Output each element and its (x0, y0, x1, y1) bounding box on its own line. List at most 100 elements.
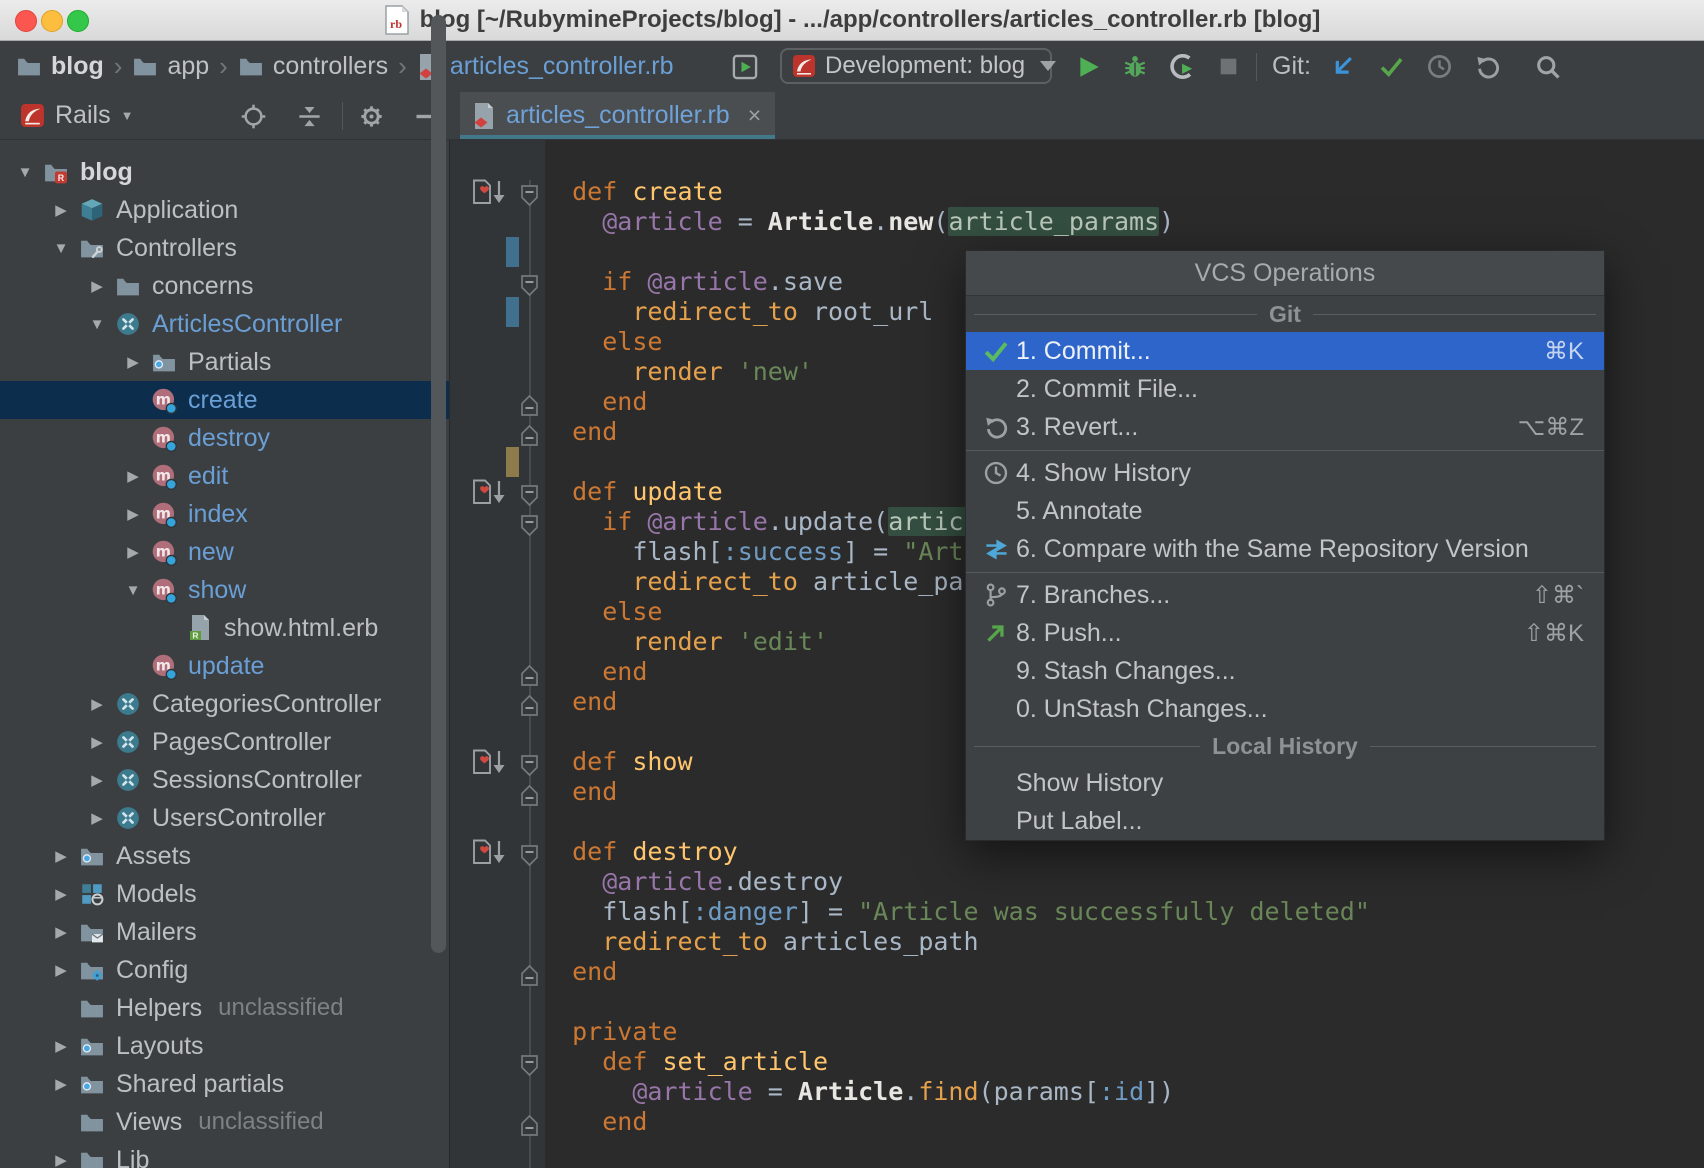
tree-item-partials[interactable]: ▶ Partials (0, 343, 449, 381)
menu-item-commit[interactable]: 1. Commit... ⌘K (966, 332, 1604, 370)
code-line[interactable]: def set_article (450, 1047, 1704, 1077)
fold-marker-icon[interactable] (520, 510, 539, 540)
breadcrumb-item-app[interactable]: app (132, 52, 209, 81)
tree-item-show[interactable]: ▼ m show (0, 571, 449, 609)
code-line[interactable]: @article = Article.new(article_params) (450, 207, 1704, 237)
rails-action-gutter-icon[interactable] (470, 478, 510, 508)
chevron-collapsed-icon[interactable]: ▶ (44, 1037, 78, 1055)
fold-marker-icon[interactable] (520, 660, 539, 690)
menu-item-revert[interactable]: 3. Revert... ⌥⌘Z (966, 408, 1604, 446)
tree-item-pagescontroller[interactable]: ▶ PagesController (0, 723, 449, 761)
chevron-expanded-icon[interactable]: ▼ (80, 316, 114, 333)
chevron-collapsed-icon[interactable]: ▶ (80, 277, 114, 295)
code-line[interactable]: redirect_to articles_path (450, 927, 1704, 957)
chevron-expanded-icon[interactable]: ▼ (116, 582, 150, 599)
menu-item-stash-changes[interactable]: 9. Stash Changes... (966, 652, 1604, 690)
fold-marker-icon[interactable] (520, 480, 539, 510)
chevron-collapsed-icon[interactable]: ▶ (80, 771, 114, 789)
update-project-button[interactable] (1330, 41, 1357, 92)
vcs-change-stripe[interactable] (506, 237, 519, 267)
tree-item-controllers[interactable]: ▼ Controllers (0, 229, 449, 267)
search-everywhere-icon[interactable] (1534, 41, 1562, 92)
tree-item-concerns[interactable]: ▶ concerns (0, 267, 449, 305)
chevron-collapsed-icon[interactable]: ▶ (44, 961, 78, 979)
tree-item-userscontroller[interactable]: ▶ UsersController (0, 799, 449, 837)
fold-marker-icon[interactable] (520, 960, 539, 990)
chevron-expanded-icon[interactable]: ▼ (44, 240, 78, 257)
breadcrumb-item-blog[interactable]: blog (16, 52, 104, 81)
locate-icon[interactable] (240, 103, 267, 130)
fold-marker-icon[interactable] (520, 390, 539, 420)
menu-item-put-label[interactable]: Put Label... (966, 802, 1604, 840)
menu-item-annotate[interactable]: 5. Annotate (966, 492, 1604, 530)
tree-scrollbar[interactable] (431, 15, 446, 953)
run-tool-window-icon[interactable] (731, 41, 759, 92)
chevron-expanded-icon[interactable]: ▼ (8, 164, 42, 181)
chevron-collapsed-icon[interactable]: ▶ (80, 809, 114, 827)
tool-window-view-select[interactable]: Rails ▼ (20, 92, 133, 139)
menu-item-show-history[interactable]: Show History (966, 764, 1604, 802)
tree-item-shared-partials[interactable]: ▶ Shared partials (0, 1065, 449, 1103)
code-line[interactable]: flash[:danger] = "Article was successful… (450, 897, 1704, 927)
chevron-collapsed-icon[interactable]: ▶ (116, 467, 150, 485)
tree-item-mailers[interactable]: ▶ Mailers (0, 913, 449, 951)
chevron-collapsed-icon[interactable]: ▶ (116, 505, 150, 523)
chevron-collapsed-icon[interactable]: ▶ (44, 201, 78, 219)
code-line[interactable]: end (450, 957, 1704, 987)
tree-item-edit[interactable]: ▶ m edit (0, 457, 449, 495)
fold-marker-icon[interactable] (520, 840, 539, 870)
collapse-all-icon[interactable] (296, 103, 323, 130)
tree-item-articlescontroller[interactable]: ▼ ArticlesController (0, 305, 449, 343)
tree-item-index[interactable]: ▶ m index (0, 495, 449, 533)
zoom-window-button[interactable] (67, 10, 89, 32)
vcs-change-stripe[interactable] (506, 297, 519, 327)
tree-item-assets[interactable]: ▶ Assets (0, 837, 449, 875)
tree-item-create[interactable]: m create (0, 381, 449, 419)
fold-marker-icon[interactable] (520, 1050, 539, 1080)
chevron-collapsed-icon[interactable]: ▶ (44, 1075, 78, 1093)
tree-item-views[interactable]: Views unclassified (0, 1103, 449, 1141)
vcs-change-stripe[interactable] (506, 447, 519, 477)
chevron-collapsed-icon[interactable]: ▶ (80, 695, 114, 713)
tree-item-lib[interactable]: ▶ Lib (0, 1141, 449, 1168)
revert-button[interactable] (1474, 41, 1501, 92)
code-line[interactable]: def destroy (450, 837, 1704, 867)
menu-item-commit-file[interactable]: 2. Commit File... (966, 370, 1604, 408)
tree-item-sessionscontroller[interactable]: ▶ SessionsController (0, 761, 449, 799)
rails-action-gutter-icon[interactable] (470, 838, 510, 868)
stop-button[interactable] (1216, 41, 1241, 92)
code-line[interactable]: end (450, 1107, 1704, 1137)
code-line[interactable]: private (450, 1017, 1704, 1047)
tree-item-show-html-erb[interactable]: Rshow.html.erb (0, 609, 449, 647)
chevron-collapsed-icon[interactable]: ▶ (44, 923, 78, 941)
chevron-collapsed-icon[interactable]: ▶ (116, 353, 150, 371)
fold-marker-icon[interactable] (520, 750, 539, 780)
run-button[interactable] (1076, 41, 1102, 92)
fold-marker-icon[interactable] (520, 780, 539, 810)
code-line[interactable]: def create (450, 177, 1704, 207)
code-line[interactable]: @article.destroy (450, 867, 1704, 897)
fold-marker-icon[interactable] (520, 690, 539, 720)
run-with-coverage-button[interactable] (1168, 41, 1195, 92)
breadcrumb-item-controllers[interactable]: controllers (238, 52, 388, 81)
tab-articles-controller[interactable]: articles_controller.rb × (460, 92, 776, 139)
fold-marker-icon[interactable] (520, 420, 539, 450)
menu-item-branches[interactable]: 7. Branches... ⇧⌘` (966, 576, 1604, 614)
tree-item-application[interactable]: ▶ Application (0, 191, 449, 229)
tree-item-update[interactable]: m update (0, 647, 449, 685)
code-line[interactable]: @article = Article.find(params[:id]) (450, 1077, 1704, 1107)
tree-item-categoriescontroller[interactable]: ▶ CategoriesController (0, 685, 449, 723)
debug-button[interactable] (1122, 41, 1148, 92)
rails-action-gutter-icon[interactable] (470, 748, 510, 778)
rails-action-gutter-icon[interactable] (470, 178, 510, 208)
history-button[interactable] (1426, 41, 1453, 92)
chevron-collapsed-icon[interactable]: ▶ (44, 885, 78, 903)
menu-item-push[interactable]: 8. Push... ⇧⌘K (966, 614, 1604, 652)
tree-item-destroy[interactable]: m destroy (0, 419, 449, 457)
breadcrumb-item-articles-controller-rb[interactable]: articles_controller.rb (417, 52, 674, 81)
gear-icon[interactable] (358, 103, 385, 130)
tree-item-config[interactable]: ▶ Config (0, 951, 449, 989)
fold-marker-icon[interactable] (520, 270, 539, 300)
tree-item-models[interactable]: ▶ Models (0, 875, 449, 913)
tree-item-new[interactable]: ▶ m new (0, 533, 449, 571)
